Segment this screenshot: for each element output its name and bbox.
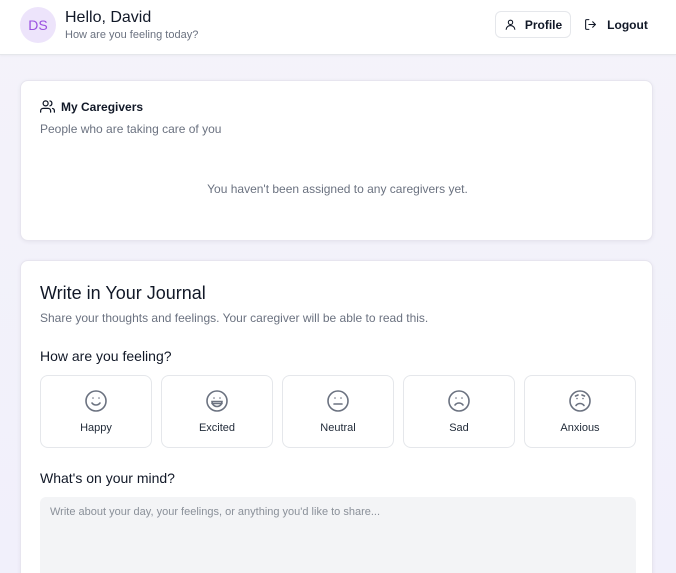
mood-label: Neutral [320, 422, 356, 434]
worried-face-icon [568, 389, 592, 418]
caregivers-title-row: My Caregivers [40, 99, 143, 114]
greeting-title: Hello, David [65, 9, 152, 26]
journal-title: Write in Your Journal [40, 283, 206, 303]
journal-description: Share your thoughts and feelings. Your c… [40, 311, 429, 325]
journal-card: Write in Your Journal Share your thought… [20, 260, 653, 573]
caregivers-card: My Caregivers People who are taking care… [20, 80, 653, 241]
mood-selector: Happy Excited Neutral Sad Anxious [40, 375, 636, 448]
mood-option-excited[interactable]: Excited [161, 375, 273, 448]
avatar: DS [20, 7, 56, 43]
caregivers-empty-message: You haven't been assigned to any caregiv… [207, 182, 468, 196]
logout-button[interactable]: Logout [580, 11, 652, 38]
mood-label: Anxious [560, 422, 600, 434]
mood-option-neutral[interactable]: Neutral [282, 375, 394, 448]
users-icon [40, 99, 55, 114]
app-header: DS Hello, David How are you feeling toda… [0, 0, 676, 55]
mood-label: Excited [198, 422, 236, 434]
neutral-face-icon [326, 389, 350, 418]
mind-label: What's on your mind? [40, 470, 175, 486]
user-icon [504, 18, 517, 31]
mood-option-sad[interactable]: Sad [403, 375, 515, 448]
feeling-label: How are you feeling? [40, 348, 172, 364]
profile-button[interactable]: Profile [495, 11, 571, 38]
mood-option-anxious[interactable]: Anxious [524, 375, 636, 448]
logout-button-label: Logout [607, 17, 648, 32]
journal-entry-input[interactable] [40, 497, 636, 573]
mood-label: Sad [449, 422, 469, 434]
grin-icon [205, 389, 229, 418]
caregivers-description: People who are taking care of you [40, 122, 222, 136]
caregivers-title: My Caregivers [61, 99, 144, 114]
smile-icon [84, 389, 108, 418]
profile-button-label: Profile [524, 17, 563, 32]
mood-label: Happy [80, 422, 112, 434]
mood-option-happy[interactable]: Happy [40, 375, 152, 448]
frown-icon [447, 389, 471, 418]
greeting-subtitle: How are you feeling today? [65, 29, 199, 41]
logout-icon [584, 18, 597, 31]
